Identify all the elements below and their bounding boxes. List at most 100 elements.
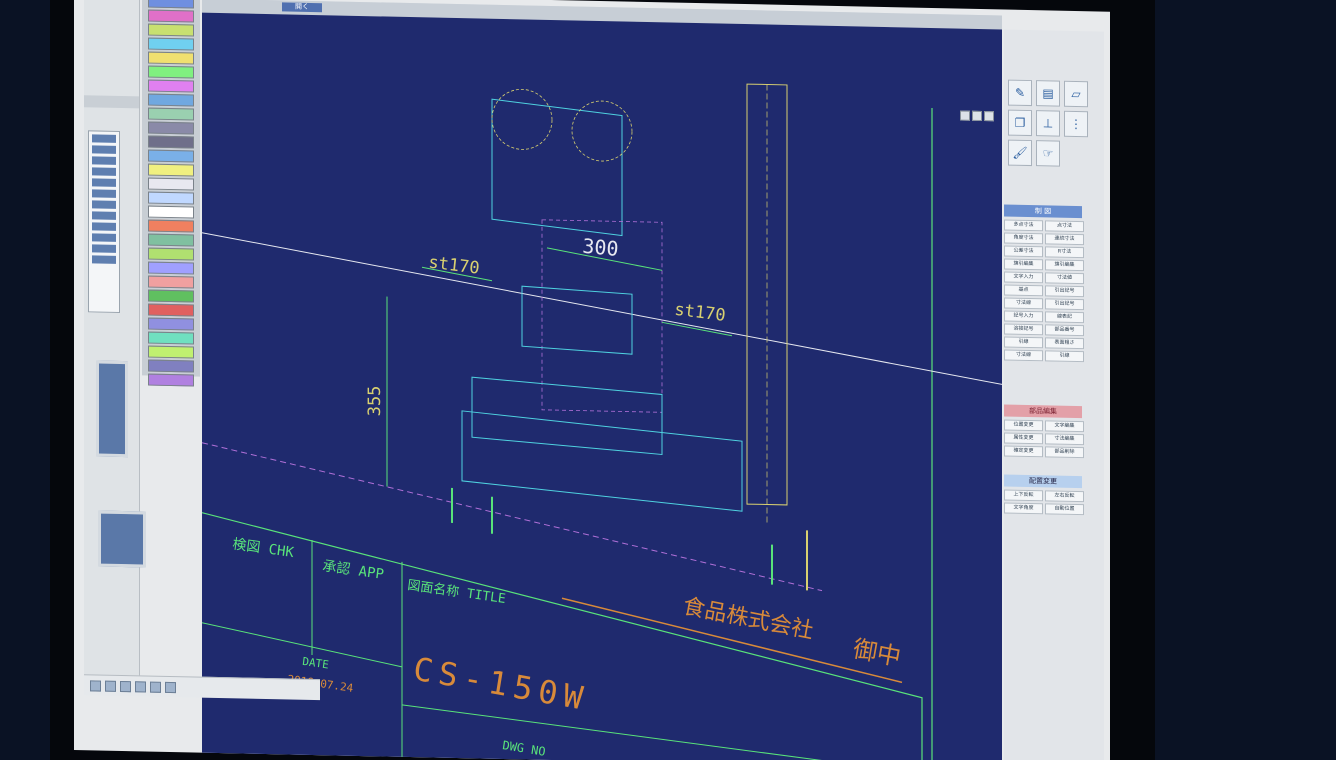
- command-button[interactable]: 確定変更: [1004, 445, 1043, 458]
- tree-icon[interactable]: ⋮: [1064, 110, 1088, 138]
- command-button[interactable]: 上下反転: [1004, 489, 1043, 502]
- color-swatch[interactable]: [148, 149, 194, 163]
- color-swatch[interactable]: [148, 205, 194, 219]
- command-button[interactable]: 角度寸法: [1004, 232, 1043, 245]
- color-swatch[interactable]: [148, 233, 194, 247]
- command-button[interactable]: 公差寸法: [1004, 245, 1043, 258]
- layer-item[interactable]: [92, 134, 116, 143]
- hand-icon[interactable]: ☞: [1036, 140, 1060, 167]
- command-button[interactable]: 引線: [1045, 350, 1084, 363]
- color-swatch[interactable]: [148, 107, 194, 121]
- layer-list[interactable]: [88, 130, 120, 313]
- preview-panel[interactable]: [96, 360, 128, 458]
- command-button[interactable]: 部品番号: [1045, 324, 1084, 337]
- color-swatch[interactable]: [148, 37, 194, 51]
- color-swatch[interactable]: [148, 219, 194, 233]
- color-swatch[interactable]: [148, 275, 194, 289]
- color-swatch[interactable]: [148, 9, 194, 23]
- layer-item[interactable]: [92, 200, 116, 209]
- status-icon[interactable]: [105, 680, 116, 692]
- status-icon[interactable]: [90, 679, 101, 692]
- status-icon[interactable]: [150, 681, 161, 693]
- left-tool-panel: [84, 0, 146, 692]
- maximize-button[interactable]: [972, 110, 982, 122]
- command-button[interactable]: 引出記号: [1045, 298, 1084, 311]
- command-button[interactable]: 点寸法: [1045, 220, 1084, 233]
- layer-item[interactable]: [92, 178, 116, 187]
- command-button[interactable]: 寸法編集: [1045, 433, 1084, 446]
- command-button[interactable]: 連続寸法: [1045, 233, 1084, 246]
- color-swatch[interactable]: [148, 163, 194, 177]
- layer-item[interactable]: [92, 255, 116, 264]
- color-swatch[interactable]: [148, 359, 194, 373]
- command-button[interactable]: 寸法値: [1045, 272, 1084, 285]
- color-swatch[interactable]: [148, 303, 194, 317]
- command-button[interactable]: 記号入力: [1004, 310, 1043, 323]
- layer-item[interactable]: [92, 189, 116, 198]
- layer-item[interactable]: [92, 167, 116, 176]
- layer-icon[interactable]: ▤: [1036, 80, 1060, 107]
- color-swatch[interactable]: [148, 121, 194, 135]
- command-button[interactable]: 溶接記号: [1004, 323, 1043, 336]
- layer-item[interactable]: [92, 145, 116, 154]
- color-swatch[interactable]: [148, 373, 194, 387]
- close-button[interactable]: [984, 111, 994, 122]
- color-swatch[interactable]: [148, 0, 194, 9]
- layer-item[interactable]: [92, 211, 116, 220]
- status-icon[interactable]: [135, 680, 146, 693]
- color-swatch[interactable]: [148, 135, 194, 149]
- command-button[interactable]: 基点: [1004, 284, 1043, 297]
- command-button[interactable]: 旗引編集: [1004, 258, 1043, 271]
- color-swatch[interactable]: [148, 65, 194, 79]
- minimize-button[interactable]: [960, 110, 970, 121]
- color-swatch[interactable]: [148, 345, 194, 359]
- layer-item[interactable]: [92, 244, 116, 253]
- command-button[interactable]: 文字角度: [1004, 502, 1043, 515]
- status-icon[interactable]: [165, 681, 176, 693]
- command-button[interactable]: 表面粗さ: [1045, 337, 1084, 350]
- top-mechanism: [491, 98, 623, 237]
- command-button[interactable]: 旗引編集: [1045, 259, 1084, 272]
- drawing-svg[interactable]: 300 st170 st170 355 検図 CHK 承認 APP 図面名称 T…: [202, 13, 1002, 760]
- command-button[interactable]: 左右反転: [1045, 490, 1084, 503]
- color-swatch[interactable]: [148, 79, 194, 93]
- command-button[interactable]: 線表記: [1045, 311, 1084, 324]
- command-button[interactable]: 部品削除: [1045, 446, 1084, 459]
- drawing-canvas[interactable]: 300 st170 st170 355 検図 CHK 承認 APP 図面名称 T…: [202, 12, 1002, 760]
- command-button[interactable]: 文字編集: [1045, 420, 1084, 433]
- section-layout-title: 配置変更: [1004, 474, 1082, 489]
- copy-icon[interactable]: ❐: [1008, 109, 1032, 137]
- command-button[interactable]: 自動位置: [1045, 503, 1084, 516]
- command-button[interactable]: 位置変更: [1004, 419, 1043, 432]
- model-name: CS-150W: [411, 650, 592, 719]
- brush-icon[interactable]: 🖌: [1008, 139, 1032, 167]
- pencil-icon[interactable]: ✎: [1008, 79, 1032, 107]
- layer-item[interactable]: [92, 233, 116, 242]
- command-button[interactable]: 多点寸法: [1004, 219, 1043, 232]
- color-swatch[interactable]: [148, 289, 194, 303]
- view-panel[interactable]: [98, 510, 146, 568]
- command-button[interactable]: 寸法線: [1004, 297, 1043, 310]
- layer-item[interactable]: [92, 156, 116, 165]
- color-swatch[interactable]: [148, 331, 194, 345]
- eraser-icon[interactable]: ▱: [1064, 80, 1088, 108]
- color-swatch[interactable]: [148, 247, 194, 261]
- color-swatch[interactable]: [148, 51, 194, 65]
- command-button[interactable]: 文字入力: [1004, 271, 1043, 284]
- gear: [571, 100, 633, 162]
- color-swatch[interactable]: [148, 23, 194, 37]
- layer-item[interactable]: [92, 222, 116, 231]
- command-button[interactable]: 引出記号: [1045, 285, 1084, 298]
- cad-tab[interactable]: 開く: [282, 2, 322, 13]
- command-button[interactable]: R寸法: [1045, 246, 1084, 259]
- color-swatch[interactable]: [148, 93, 194, 107]
- color-swatch[interactable]: [148, 177, 194, 191]
- command-button[interactable]: 引線: [1004, 336, 1043, 349]
- command-button[interactable]: 寸法線: [1004, 349, 1043, 362]
- status-icon[interactable]: [120, 680, 131, 692]
- command-button[interactable]: 属性変更: [1004, 432, 1043, 445]
- color-swatch[interactable]: [148, 261, 194, 275]
- color-swatch[interactable]: [148, 191, 194, 205]
- color-swatch[interactable]: [148, 317, 194, 331]
- measure-icon[interactable]: ⊥: [1036, 110, 1060, 137]
